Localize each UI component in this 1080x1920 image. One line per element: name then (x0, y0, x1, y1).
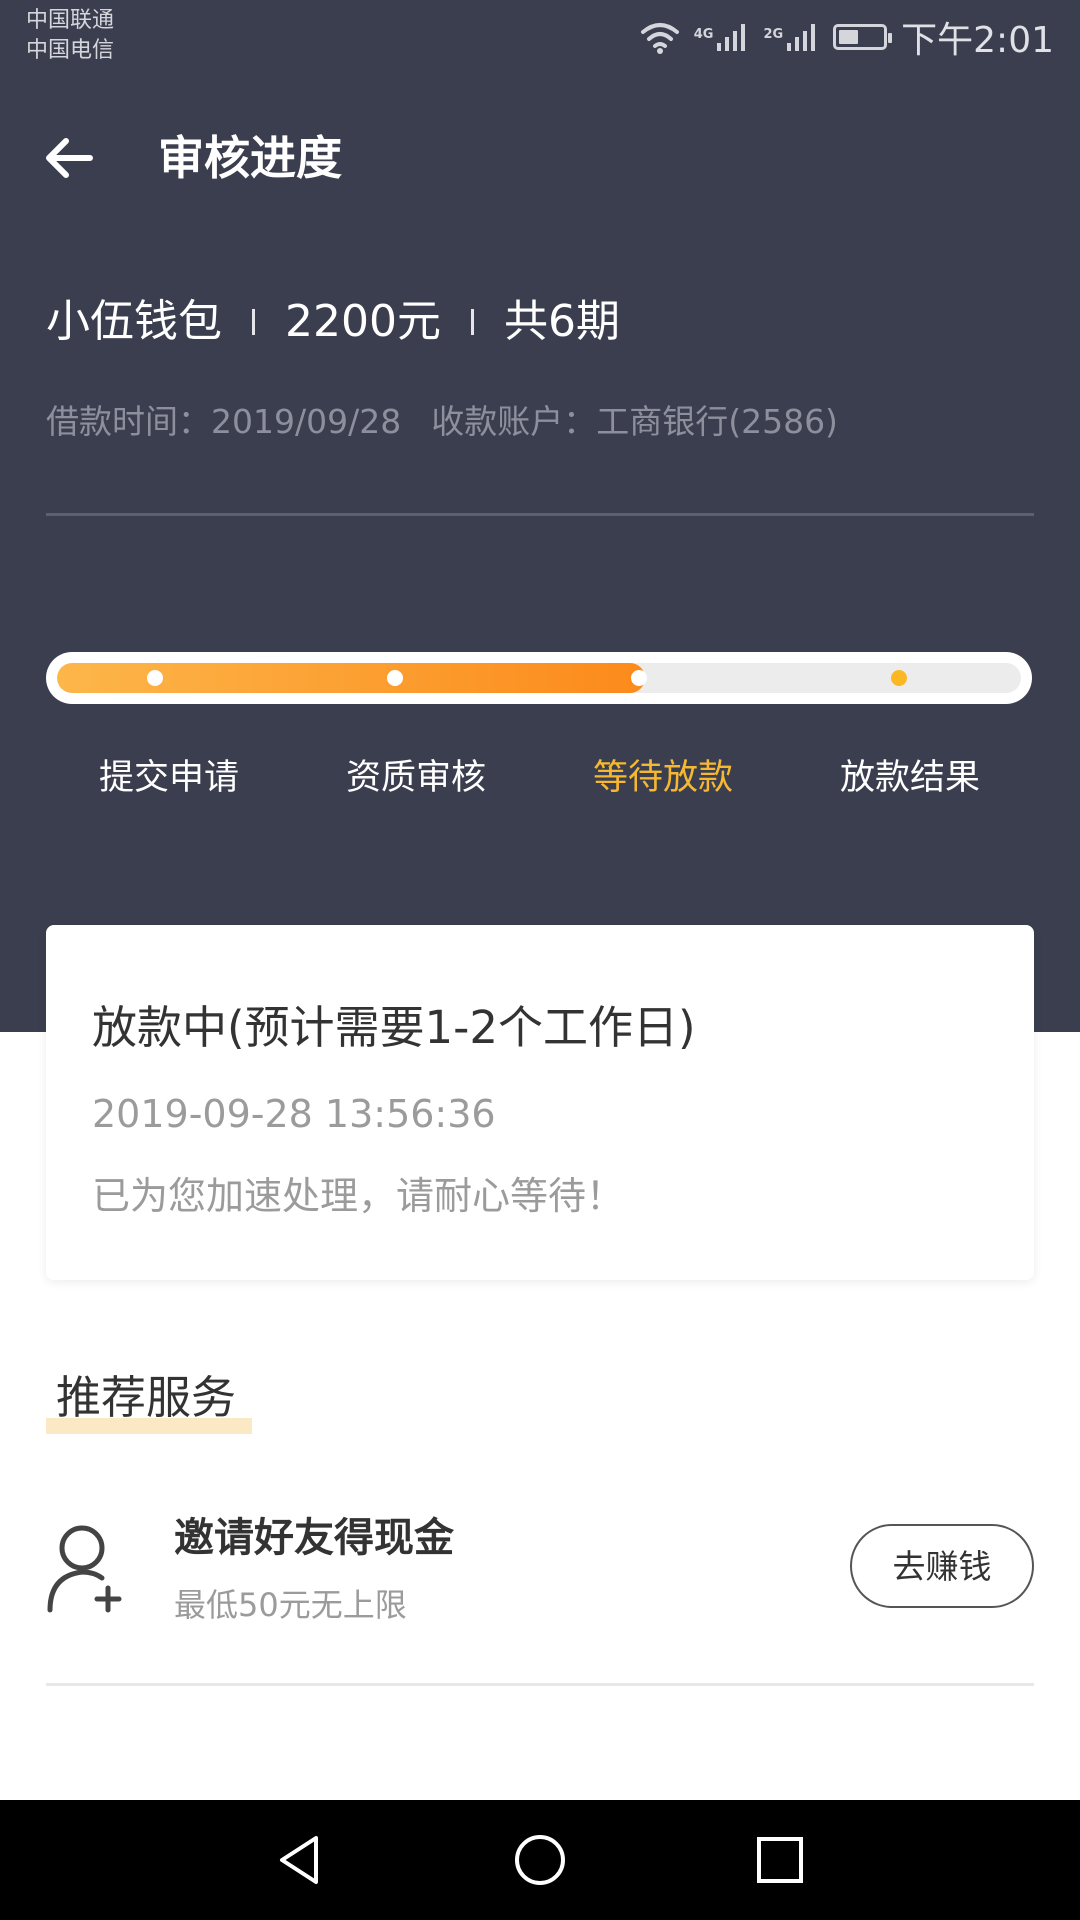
carrier-info: 中国联通 中国电信 (26, 6, 114, 66)
battery-level (839, 30, 859, 44)
section-title: 推荐服务 (56, 1371, 237, 1424)
borrow-time: 借款时间：2019/09/28 (46, 402, 402, 441)
status-title: 放款中(预计需要1-2个工作日) (92, 1001, 696, 1054)
step-label-review: 资质审核 (345, 758, 486, 798)
step-dot-4 (891, 670, 907, 686)
loan-amount: 2200元 (285, 296, 441, 347)
signal-icon (787, 24, 816, 51)
step-label-result: 放款结果 (839, 758, 980, 798)
divider (46, 1683, 1034, 1686)
battery-icon (833, 24, 893, 50)
separator (252, 309, 255, 335)
progress-bar (46, 652, 1032, 704)
signal-icon (717, 24, 746, 51)
status-message: 已为您加速处理，请耐心等待！ (92, 1174, 625, 1218)
status-bar: 中国联通 中国电信 4G 2G 下午2:01 (0, 0, 1080, 72)
service-subtitle: 最低50元无上限 (174, 1586, 407, 1624)
separator (470, 309, 474, 335)
progress-fill (57, 663, 646, 693)
progress-track (57, 663, 1021, 693)
carrier-2: 中国电信 (26, 38, 115, 63)
network-type-2: 2G (763, 27, 784, 42)
signal-group-2: 2G (763, 21, 819, 53)
step-dot-1 (147, 670, 163, 686)
signal-group-1: 4G (694, 21, 750, 53)
status-time: 下午2:01 (901, 20, 1054, 61)
wifi-icon (640, 23, 679, 54)
arrow-left-icon[interactable] (40, 128, 100, 188)
page-title: 审核进度 (158, 131, 342, 185)
back-triangle-icon[interactable] (270, 1830, 330, 1890)
earn-money-button[interactable]: 去赚钱 (850, 1524, 1034, 1608)
home-circle-icon[interactable] (510, 1830, 570, 1890)
service-title: 邀请好友得现金 (174, 1515, 454, 1561)
step-label-submit: 提交申请 (98, 758, 239, 798)
status-timestamp: 2019-09-28 13:56:36 (92, 1092, 496, 1136)
network-type-1: 4G (693, 27, 714, 42)
loan-installments: 共6期 (503, 296, 620, 347)
step-label-waiting: 等待放款 (592, 758, 733, 798)
recents-square-icon[interactable] (750, 1830, 810, 1890)
loan-meta: 借款时间：2019/09/28 收款账户：工商银行(2586) (46, 398, 838, 446)
carrier-1: 中国联通 (26, 8, 115, 33)
loan-product: 小伍钱包 (46, 296, 222, 347)
step-dot-3 (631, 670, 647, 686)
user-add-icon (47, 1525, 122, 1613)
service-item-invite: 邀请好友得现金 最低50元无上限 去赚钱 (46, 1500, 1034, 1650)
system-nav-bar (0, 1800, 1080, 1920)
status-indicators: 4G 2G 下午2:01 (626, 12, 1054, 62)
step-dot-2 (387, 670, 403, 686)
loan-summary: 小伍钱包 2200元 共6期 (46, 290, 620, 354)
status-card: 放款中(预计需要1-2个工作日) 2019-09-28 13:56:36 已为您… (46, 925, 1034, 1280)
receive-account: 收款账户：工商银行(2586) (431, 402, 838, 441)
divider (46, 513, 1034, 516)
